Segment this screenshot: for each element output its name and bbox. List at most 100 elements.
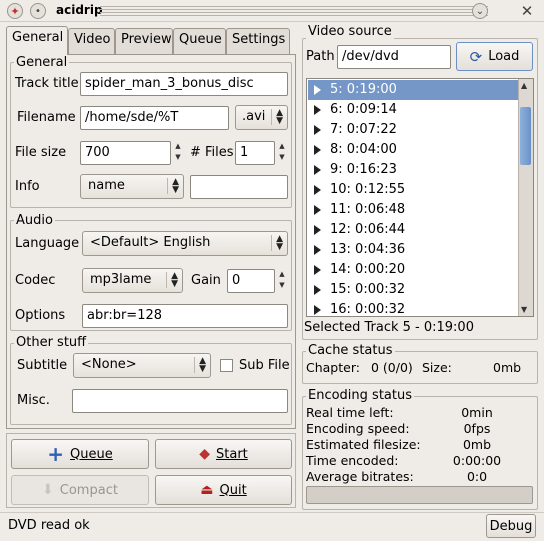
language-label: Language <box>15 236 80 251</box>
subfile-checkbox[interactable] <box>220 359 233 372</box>
title-bar: ✦ • acidrip ⌄ ✕ <box>0 0 544 22</box>
misc-input[interactable] <box>72 389 288 413</box>
scroll-thumb[interactable] <box>520 107 531 165</box>
track-row[interactable]: 13: 0:04:36 <box>308 240 519 260</box>
subtitle-label: Subtitle <box>17 358 68 373</box>
scroll-down-icon[interactable]: ▼ <box>521 305 527 314</box>
track-row-label: 10: 0:12:55 <box>330 182 406 197</box>
expander-icon[interactable] <box>314 145 321 155</box>
title-grip <box>100 6 488 16</box>
updown-icon: ▲ ▼ <box>271 235 283 252</box>
codec-select[interactable]: mp3lame ▲ ▼ <box>82 268 183 293</box>
expander-icon[interactable] <box>314 205 321 215</box>
spin-arrows-icon[interactable]: ▲ ▼ <box>172 141 184 165</box>
files-label: # Files <box>190 145 234 160</box>
track-row-label: 7: 0:07:22 <box>330 122 397 137</box>
expander-icon[interactable] <box>314 85 321 95</box>
sticky-icon[interactable]: • <box>30 3 46 19</box>
load-button[interactable]: ⟳ Load <box>456 42 533 71</box>
track-row[interactable]: 9: 0:16:23 <box>308 160 519 180</box>
path-input[interactable]: /dev/dvd <box>337 45 451 69</box>
tab-preview[interactable]: Preview <box>115 28 173 54</box>
files-value[interactable]: 1 <box>235 141 275 165</box>
language-select[interactable]: <Default> English ▲ ▼ <box>82 231 288 256</box>
tab-queue[interactable]: Queue <box>173 28 226 54</box>
close-icon[interactable]: ✕ <box>519 2 535 20</box>
track-row[interactable]: 16: 0:00:32 <box>308 300 519 317</box>
expander-icon[interactable] <box>314 105 321 115</box>
expander-icon[interactable] <box>314 185 321 195</box>
subtitle-select[interactable]: <None> ▲ ▼ <box>73 353 211 378</box>
track-row[interactable]: 7: 0:07:22 <box>308 120 519 140</box>
start-button[interactable]: ◆ Start <box>155 439 292 469</box>
track-row-label: 6: 0:09:14 <box>330 102 397 117</box>
updown-icon: ▲ ▼ <box>194 357 206 374</box>
track-row[interactable]: 8: 0:04:00 <box>308 140 519 160</box>
queue-button[interactable]: + Queue <box>11 439 149 469</box>
filesize-spinner[interactable]: 700 ▲ ▼ <box>80 141 184 165</box>
quit-button-label: Quit <box>219 482 247 498</box>
status-text: DVD read ok <box>8 518 90 533</box>
track-list[interactable]: 5: 0:19:00 6: 0:09:14 7: 0:07:22 8: 0:04:00… <box>306 78 534 317</box>
track-title-label: Track title <box>15 76 79 91</box>
status-bar: DVD read ok Debug <box>0 512 544 541</box>
audio-legend: Audio <box>14 213 55 228</box>
scroll-up-icon[interactable]: ▲ <box>521 81 527 90</box>
options-input[interactable]: abr:br=128 <box>82 304 288 328</box>
language-value: <Default> English <box>90 235 211 250</box>
chapter-label: Chapter: <box>306 360 360 375</box>
codec-value: mp3lame <box>90 272 152 287</box>
encoding-legend: Encoding status <box>306 388 414 403</box>
info-select[interactable]: name ▲ ▼ <box>80 174 184 199</box>
tab-video[interactable]: Video <box>68 28 115 54</box>
tab-settings[interactable]: Settings <box>226 28 290 54</box>
expander-icon[interactable] <box>314 265 321 275</box>
gain-label: Gain <box>191 273 221 288</box>
extension-select[interactable]: .avi ▲ ▼ <box>235 105 288 130</box>
subfile-label: Sub File <box>239 358 290 373</box>
expander-icon[interactable] <box>314 245 321 255</box>
expander-icon[interactable] <box>314 125 321 135</box>
track-row-label: 12: 0:06:44 <box>330 222 406 237</box>
track-title-input[interactable]: spider_man_3_bonus_disc <box>80 72 288 96</box>
track-row-label: 9: 0:16:23 <box>330 162 397 177</box>
track-row-label: 14: 0:00:20 <box>330 262 406 277</box>
compact-button[interactable]: ⬇ Compact <box>11 475 149 505</box>
debug-button[interactable]: Debug <box>486 514 536 538</box>
track-list-scrollbar[interactable]: ▲ ▼ <box>518 79 533 316</box>
gain-spinner[interactable]: 0 ▲ ▼ <box>227 269 288 293</box>
track-row[interactable]: 11: 0:06:48 <box>308 200 519 220</box>
expander-icon[interactable] <box>314 305 321 315</box>
track-row[interactable]: 14: 0:00:20 <box>308 260 519 280</box>
filename-label: Filename <box>17 110 76 125</box>
shade-icon[interactable]: ⌄ <box>472 3 488 19</box>
files-spinner[interactable]: 1 ▲ ▼ <box>235 141 288 165</box>
spin-arrows-icon[interactable]: ▲ ▼ <box>276 141 288 165</box>
filename-input[interactable]: /home/sde/%T <box>80 106 229 130</box>
size-value: 0mb <box>493 360 522 375</box>
track-row[interactable]: 5: 0:19:00 <box>308 80 519 100</box>
encoding-stat-label: Encoding speed: <box>306 421 410 436</box>
expander-icon[interactable] <box>314 165 321 175</box>
size-label: Size: <box>422 360 452 375</box>
execute-icon: ◆ <box>199 446 210 462</box>
track-row-label: 13: 0:04:36 <box>330 242 406 257</box>
expander-icon[interactable] <box>314 285 321 295</box>
track-row[interactable]: 10: 0:12:55 <box>308 180 519 200</box>
track-row[interactable]: 15: 0:00:32 <box>308 280 519 300</box>
encoding-stat-value: 0mb <box>462 437 492 452</box>
spin-arrows-icon[interactable]: ▲ ▼ <box>276 269 288 293</box>
expander-icon[interactable] <box>314 225 321 235</box>
quit-button[interactable]: ⏏ Quit <box>155 475 292 505</box>
other-legend: Other stuff <box>14 335 89 350</box>
codec-label: Codec <box>15 273 56 288</box>
filesize-value[interactable]: 700 <box>80 141 171 165</box>
track-row-label: 16: 0:00:32 <box>330 302 406 317</box>
gain-value[interactable]: 0 <box>227 269 275 293</box>
subtitle-value: <None> <box>81 357 137 372</box>
info-input[interactable] <box>190 175 288 199</box>
window-menu-icon[interactable]: ✦ <box>7 3 23 19</box>
tab-general[interactable]: General <box>6 26 68 55</box>
track-row[interactable]: 6: 0:09:14 <box>308 100 519 120</box>
track-row[interactable]: 12: 0:06:44 <box>308 220 519 240</box>
